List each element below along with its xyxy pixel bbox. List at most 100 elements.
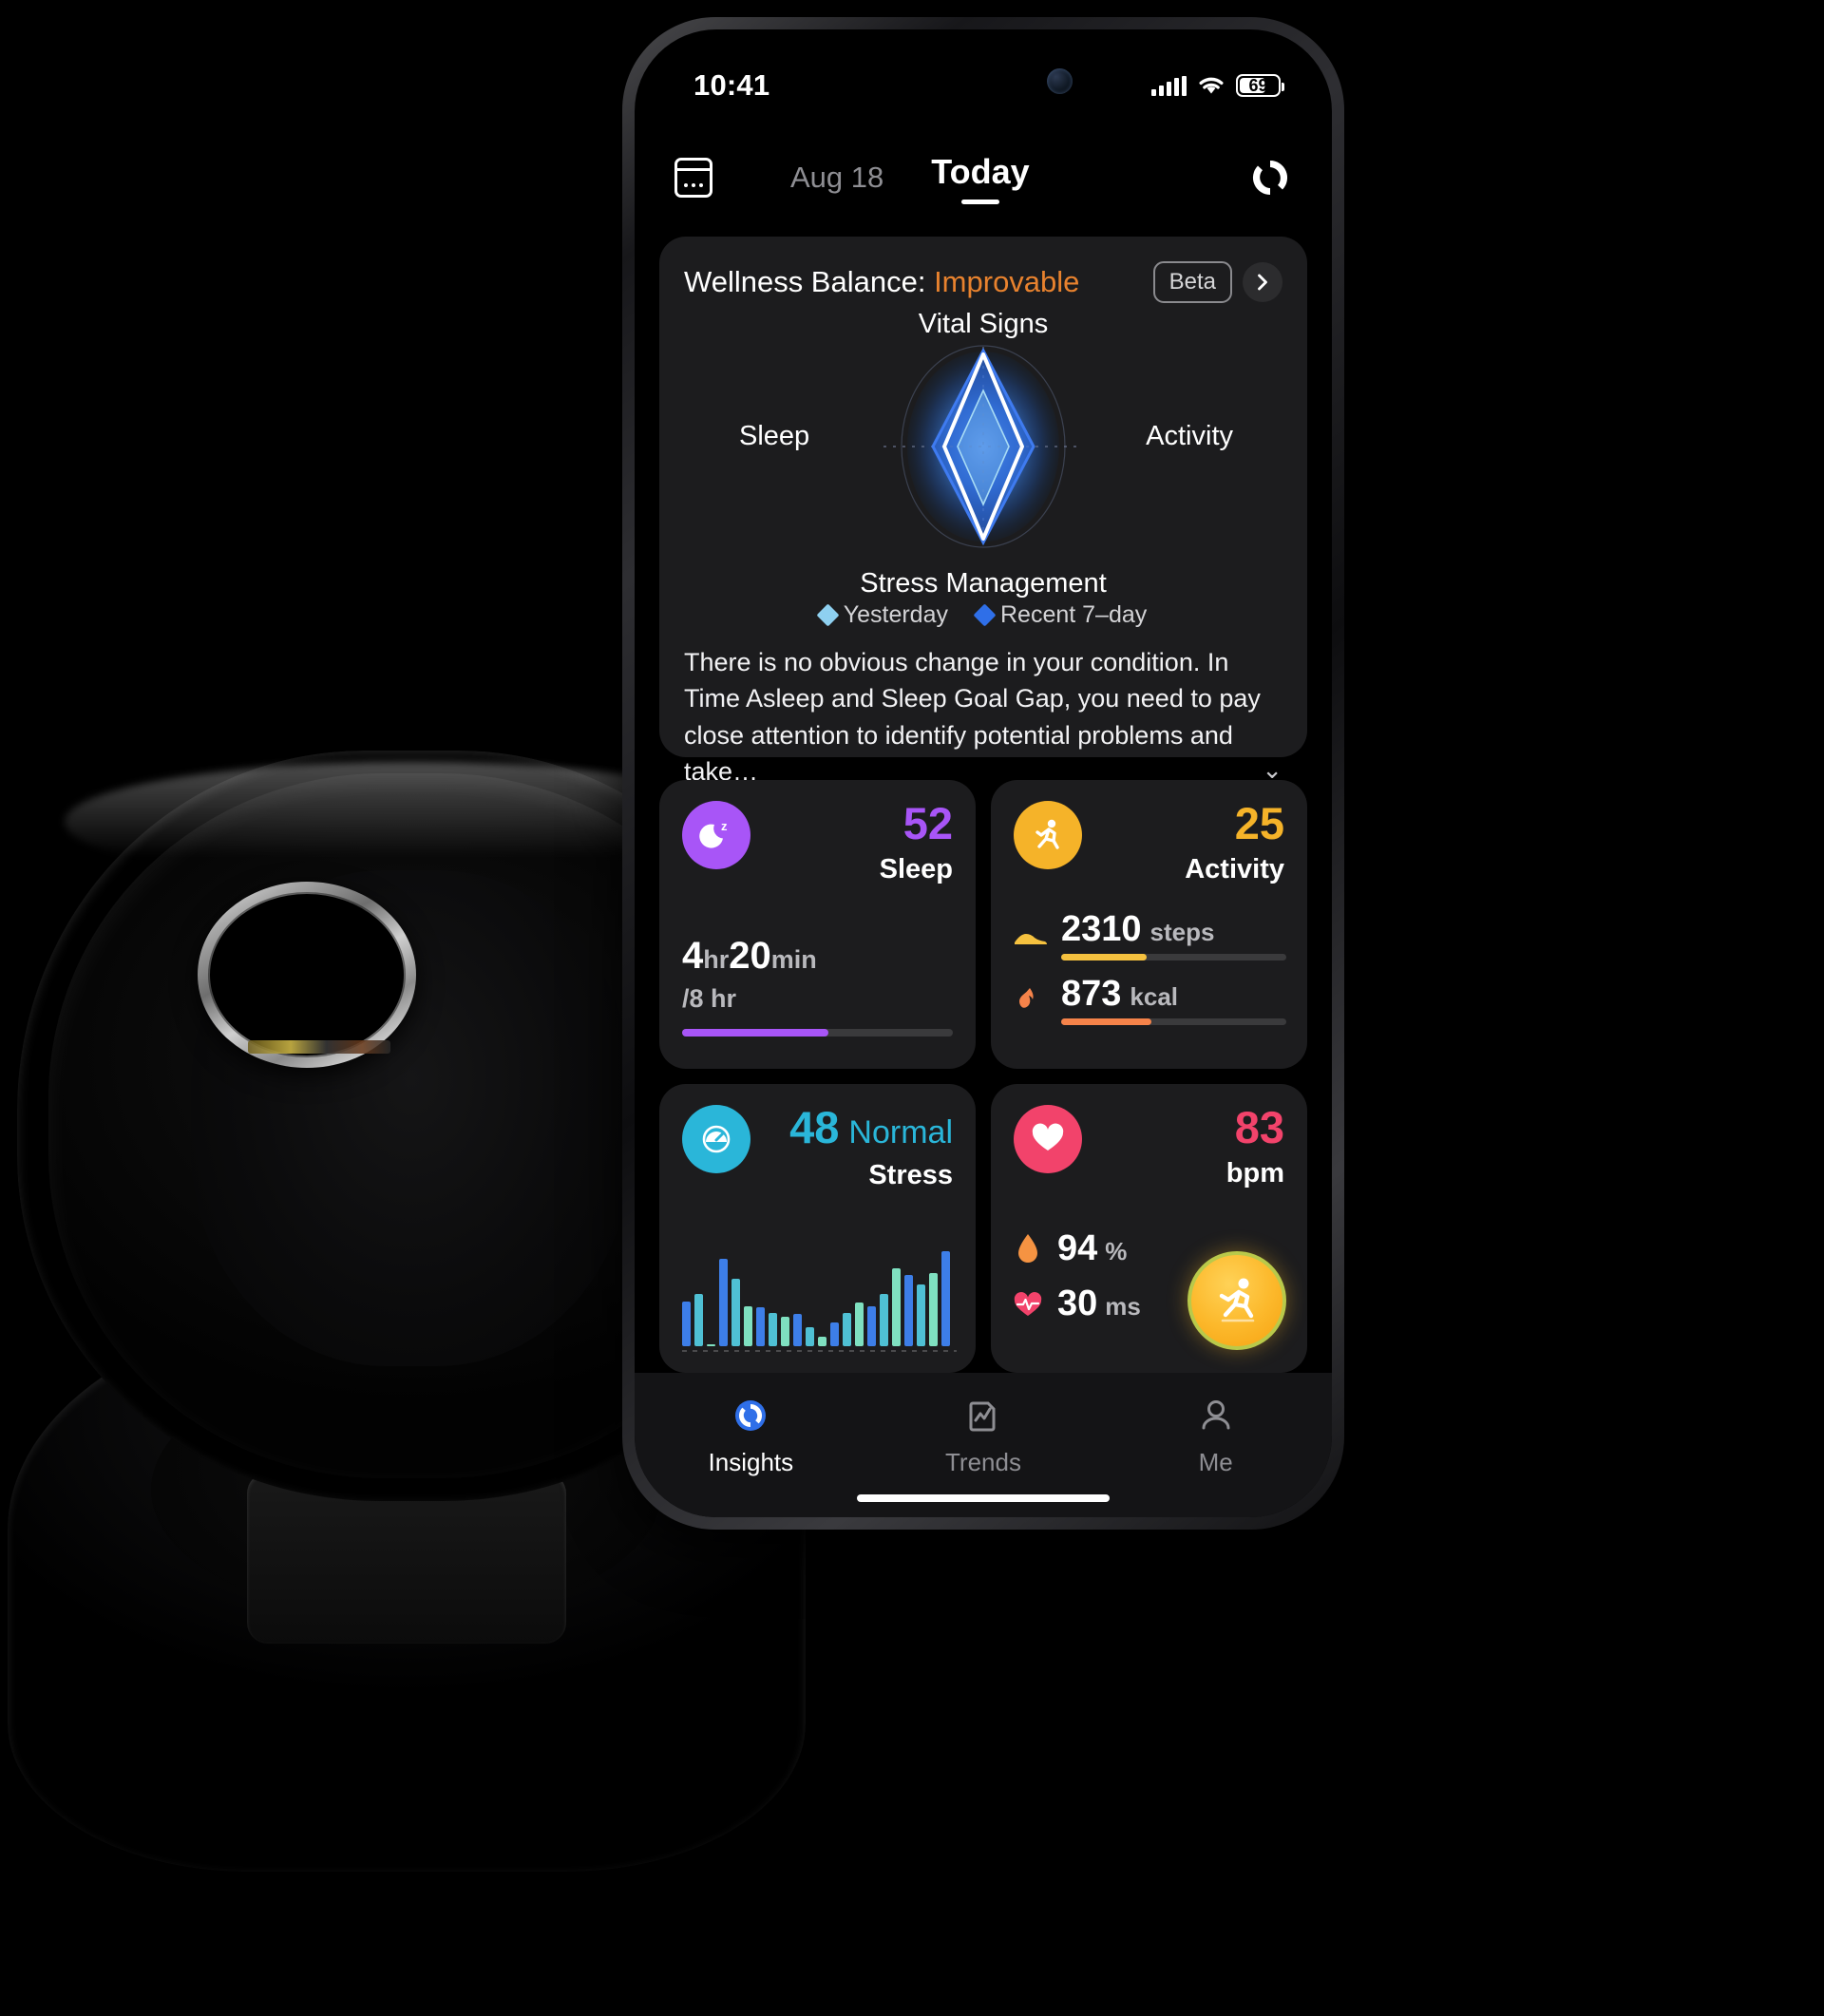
today-tab-label: Today <box>931 151 1030 191</box>
app-header: Aug 18 Today <box>635 134 1332 221</box>
tab-trends[interactable]: Trends <box>867 1394 1100 1477</box>
tab-insights[interactable]: Insights <box>635 1394 867 1477</box>
stress-bar <box>929 1272 938 1346</box>
home-indicator <box>857 1494 1110 1502</box>
hrv-unit: ms <box>1105 1292 1141 1321</box>
radar-axis-label-top: Vital Signs <box>918 309 1049 339</box>
stress-bar <box>843 1313 851 1346</box>
stress-score-value: 48 <box>789 1102 840 1152</box>
tab-label-trends: Trends <box>945 1448 1021 1476</box>
phone-screen: 10:41 69 Aug 18 Today Wellness Balance: … <box>635 29 1332 1517</box>
stress-bar <box>781 1316 789 1346</box>
front-camera-icon <box>1047 67 1073 94</box>
stress-level-label: Normal <box>848 1114 953 1151</box>
wellness-radar-chart: Vital Signs Sleep Activity Stress Manage… <box>684 309 1282 599</box>
chevron-right-icon[interactable] <box>1243 262 1282 302</box>
radar-axis-label-right: Activity <box>1146 421 1233 451</box>
radar-axis-label-left: Sleep <box>739 421 810 451</box>
activity-card-label: Activity <box>1185 854 1284 884</box>
stress-bar <box>732 1278 740 1346</box>
wellness-description[interactable]: There is no obvious change in your condi… <box>684 644 1282 789</box>
stress-card-label: Stress <box>868 1160 953 1190</box>
stress-bar <box>756 1306 765 1346</box>
phone-device-frame: 10:41 69 Aug 18 Today Wellness Balance: … <box>622 17 1344 1530</box>
heart-rate-unit: bpm <box>1226 1158 1284 1189</box>
sleep-hours-value: 4 <box>682 935 704 977</box>
legend-item-yesterday: Yesterday <box>816 601 948 629</box>
stress-bar <box>941 1251 950 1346</box>
svg-text:z: z <box>721 819 728 833</box>
shoe-icon <box>1010 921 1050 951</box>
legend-swatch-yesterday <box>816 603 840 627</box>
insights-ring-icon <box>729 1394 772 1437</box>
signal-bars-icon <box>1151 75 1187 96</box>
metric-card-stress[interactable]: 48 Normal Stress <box>659 1084 976 1373</box>
legend-item-recent-7-day: Recent 7–day <box>973 601 1147 629</box>
stress-bar <box>880 1294 888 1346</box>
stress-bar <box>694 1294 703 1346</box>
stress-bar <box>744 1305 752 1346</box>
screenshot-stage: 10:41 69 Aug 18 Today Wellness Balance: … <box>0 0 1824 2016</box>
date-tab-today[interactable]: Today <box>931 151 1030 204</box>
beta-badge: Beta <box>1152 261 1232 303</box>
activity-row-steps: 2310 steps <box>1010 911 1286 960</box>
sleep-progress-track <box>682 1029 953 1037</box>
stress-bar <box>707 1344 715 1346</box>
sync-refresh-icon[interactable] <box>1248 156 1292 200</box>
radar-diamond-graphic <box>884 345 1083 548</box>
metric-card-heart-rate[interactable]: 83 bpm 94 % 30 ms <box>991 1084 1307 1373</box>
battery-icon: 69 <box>1236 74 1284 97</box>
stress-bar <box>769 1313 777 1346</box>
stress-bar <box>855 1302 864 1346</box>
flame-icon <box>1010 985 1050 1016</box>
wellness-description-text: There is no obvious change in your condi… <box>684 648 1261 786</box>
hrv-value: 30 <box>1057 1284 1098 1323</box>
calendar-icon[interactable] <box>674 158 712 198</box>
tab-me[interactable]: Me <box>1099 1394 1332 1477</box>
calories-progress-fill <box>1061 1018 1151 1025</box>
ring-inner-shadow <box>208 892 406 1057</box>
date-tab-aug-18[interactable]: Aug 18 <box>790 161 884 195</box>
workout-run-icon[interactable] <box>1188 1251 1286 1350</box>
status-bar-clock: 10:41 <box>694 68 770 102</box>
sleep-minutes-unit: min <box>770 945 817 974</box>
steps-progress-track <box>1061 954 1286 960</box>
stress-bar <box>830 1322 839 1346</box>
stress-bar <box>719 1258 728 1346</box>
smart-ring <box>198 882 416 1068</box>
wellness-status-value: Improvable <box>934 265 1080 298</box>
wellness-card-header: Wellness Balance: Improvable Beta <box>684 261 1282 303</box>
sleep-score-value: 52 <box>902 798 953 848</box>
sleep-hours-unit: hr <box>703 945 730 974</box>
steps-unit: steps <box>1150 918 1215 946</box>
running-person-icon <box>1014 801 1082 869</box>
calories-progress-track <box>1061 1018 1286 1025</box>
today-tab-underline <box>960 199 999 204</box>
stress-mini-bar-chart <box>682 1251 957 1346</box>
metric-card-sleep[interactable]: z 52 Sleep 4hr20min /8 hr <box>659 780 976 1069</box>
legend-swatch-recent <box>973 603 997 627</box>
stress-bar <box>793 1314 802 1346</box>
wellness-balance-card[interactable]: Wellness Balance: Improvable Beta Vital … <box>659 237 1307 786</box>
heart-row-hrv: 30 ms <box>1012 1285 1141 1322</box>
sleep-card-label: Sleep <box>879 854 953 884</box>
stress-bar <box>867 1305 876 1346</box>
sleep-goal-label: /8 hr <box>682 984 737 1013</box>
dynamic-island <box>873 52 1093 109</box>
wellness-title-prefix: Wellness Balance: <box>684 265 935 298</box>
calories-unit: kcal <box>1130 982 1179 1011</box>
sleep-progress-fill <box>682 1029 828 1037</box>
sleep-minutes-value: 20 <box>729 935 771 977</box>
legend-label-yesterday: Yesterday <box>843 601 948 628</box>
tab-label-me: Me <box>1198 1448 1233 1476</box>
status-bar-indicators: 69 <box>1151 74 1284 97</box>
bottom-tab-bar: Insights Trends Me <box>635 1373 1332 1517</box>
metric-card-activity[interactable]: 25 Activity 2310 steps 873 kcal <box>991 780 1307 1069</box>
tab-label-insights: Insights <box>708 1448 794 1476</box>
heart-metric-rows: 94 % 30 ms <box>1012 1230 1141 1341</box>
wifi-icon <box>1199 77 1224 94</box>
stress-bar <box>917 1284 925 1346</box>
stress-chart-baseline <box>682 1350 957 1352</box>
stress-bar <box>904 1275 913 1346</box>
heart-rate-value: 83 <box>1234 1102 1284 1152</box>
